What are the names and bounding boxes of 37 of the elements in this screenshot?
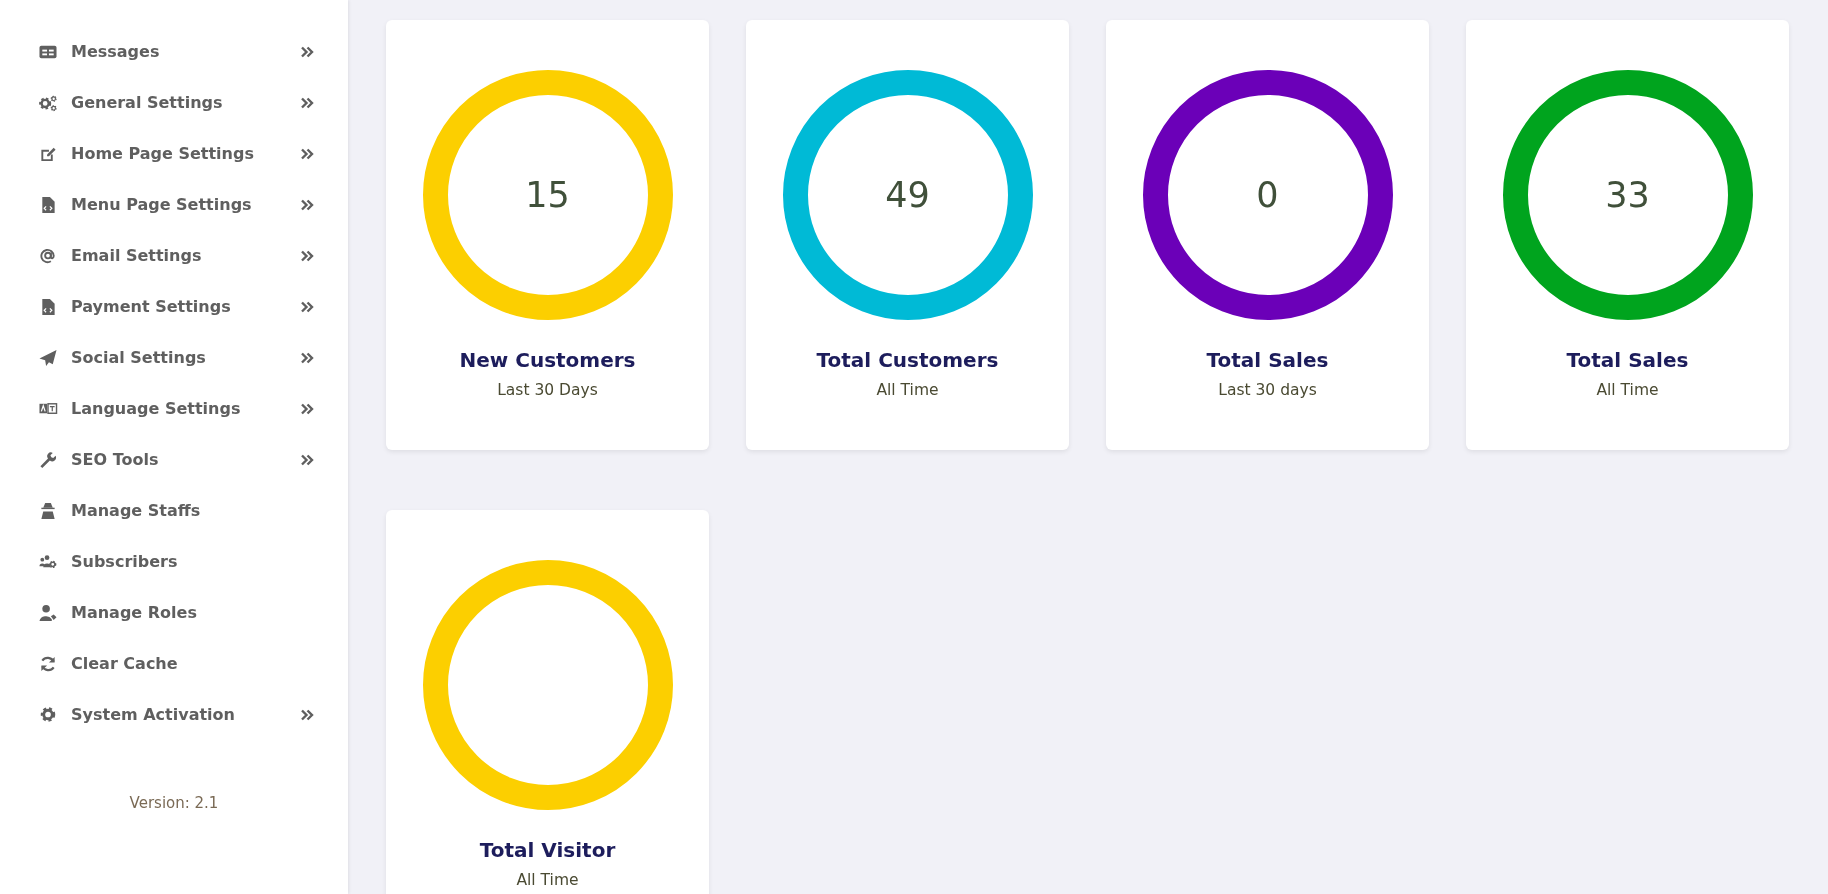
stat-title: Total Visitor — [479, 837, 616, 864]
wrench-icon — [38, 450, 58, 469]
stat-title: Total Sales — [1206, 347, 1329, 374]
version-text: Version: 2.1 — [128, 793, 220, 814]
sidebar-item[interactable]: Payment Settings — [0, 281, 348, 332]
stat-period: All Time — [876, 380, 939, 401]
sidebar-item[interactable]: Language Settings — [0, 383, 348, 434]
paper-plane-icon — [38, 348, 58, 367]
spy-icon — [38, 501, 58, 520]
stat-period: Last 30 Days — [497, 380, 598, 401]
stat-period: Last 30 days — [1218, 380, 1317, 401]
stat-title: Total Sales — [1566, 347, 1689, 374]
sidebar-item[interactable]: General Settings — [0, 77, 348, 128]
sidebar-item[interactable]: SEO Tools — [0, 434, 348, 485]
sidebar-item[interactable]: Clear Cache — [0, 638, 348, 689]
at-sign-icon — [38, 246, 58, 265]
sidebar-item[interactable]: System Activation — [0, 689, 348, 740]
sidebar-item[interactable]: Menu Page Settings — [0, 179, 348, 230]
stat-title: Total Customers — [816, 347, 999, 374]
sidebar-item[interactable]: Home Page Settings — [0, 128, 348, 179]
stat-period: All Time — [1596, 380, 1659, 401]
gears-icon — [38, 93, 58, 112]
stat-title: New Customers — [459, 347, 636, 374]
user-tag-icon — [38, 603, 58, 622]
sidebar-item[interactable]: Messages — [0, 26, 348, 77]
sidebar-item[interactable]: Email Settings — [0, 230, 348, 281]
stat-value: 0 — [1256, 173, 1279, 217]
stat-value: 33 — [1605, 173, 1650, 217]
sidebar-item[interactable]: Subscribers — [0, 536, 348, 587]
sidebar-item[interactable]: Manage Staffs — [0, 485, 348, 536]
stat-value: 15 — [525, 173, 570, 217]
gear-icon — [38, 705, 58, 724]
sidebar-item[interactable]: Social Settings — [0, 332, 348, 383]
sidebar-item[interactable]: Manage Roles — [0, 587, 348, 638]
stat-value: 49 — [885, 173, 930, 217]
stat-period: All Time — [516, 870, 579, 891]
refresh-icon — [38, 654, 58, 673]
